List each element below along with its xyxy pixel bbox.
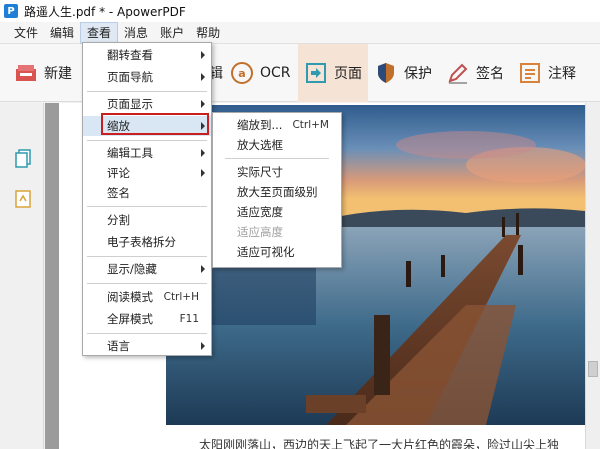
zoom-fit-width-item[interactable]: 适应宽度: [213, 202, 341, 222]
menu-separator: [87, 256, 207, 257]
view-show-hide-item[interactable]: 显示/隐藏: [83, 259, 211, 279]
page-icon: [304, 61, 328, 85]
menu-file[interactable]: 文件: [8, 22, 44, 44]
apowerpdf-logo-icon: P: [4, 4, 18, 18]
pages-panel-icon[interactable]: [14, 149, 32, 169]
view-table-split-item[interactable]: 电子表格拆分: [83, 232, 211, 252]
view-page-display-item[interactable]: 页面显示: [83, 94, 211, 114]
shortcut-label: F11: [179, 313, 199, 325]
comment-label: 注释: [548, 66, 576, 82]
menu-message[interactable]: 消息: [118, 22, 154, 44]
view-language-item[interactable]: 语言: [83, 336, 211, 356]
page-button[interactable]: 页面: [298, 44, 368, 102]
view-read-mode-item[interactable]: 阅读模式 Ctrl+H: [83, 287, 211, 307]
view-comment-item[interactable]: 评论: [83, 163, 211, 183]
view-menu: 翻转查看 页面导航 页面显示 缩放 编辑工具 评论 签名 分割 电子表格拆分 显…: [82, 42, 212, 356]
menu-separator: [87, 140, 207, 141]
title-bar: P 路遥人生.pdf * - ApowerPDF: [0, 0, 600, 22]
document-paragraph: 太阳刚刚落山，西边的天上飞起了一大片红色的霞朵，险过山尖上独: [199, 438, 560, 449]
zoom-submenu: 缩放到... Ctrl+M 放大选框 实际尺寸 放大至页面级别 适应宽度 适应高度…: [212, 112, 342, 268]
inbox-icon: [14, 61, 38, 85]
zoom-fit-height-item: 适应高度: [237, 225, 283, 239]
menu-separator: [87, 91, 207, 92]
shortcut-label: Ctrl+M: [292, 119, 329, 131]
view-split-item[interactable]: 分割: [83, 210, 211, 230]
menu-view[interactable]: 查看: [80, 21, 119, 44]
view-page-nav-item[interactable]: 页面导航: [83, 67, 211, 87]
protect-button[interactable]: 保护: [374, 44, 432, 102]
menu-help[interactable]: 帮助: [190, 22, 226, 44]
submenu-arrow-icon: [201, 100, 205, 108]
shortcut-label: Ctrl+H: [163, 291, 199, 303]
menu-bar: 文件 编辑 查看 消息 账户 帮助: [0, 21, 600, 44]
zoom-highlight-box: [101, 113, 209, 135]
menu-separator: [87, 283, 207, 284]
submenu-arrow-icon: [201, 149, 205, 157]
shield-icon: [374, 61, 398, 85]
zoom-fit-visible-item[interactable]: 适应可视化: [213, 242, 341, 262]
page-label: 页面: [334, 66, 362, 82]
view-edit-tools-item[interactable]: 编辑工具: [83, 143, 211, 163]
submenu-arrow-icon: [201, 169, 205, 177]
view-fullscreen-item[interactable]: 全屏模式 F11: [83, 309, 211, 329]
menu-edit[interactable]: 编辑: [44, 22, 80, 44]
zoom-page-level-item[interactable]: 放大至页面级别: [213, 182, 341, 202]
view-signature-item[interactable]: 签名: [83, 183, 211, 203]
note-icon: [518, 61, 542, 85]
view-flip-item[interactable]: 翻转查看: [83, 45, 211, 65]
sign-label: 签名: [476, 66, 504, 82]
submenu-arrow-icon: [201, 51, 205, 59]
vertical-scrollbar[interactable]: [585, 103, 600, 449]
window-title: 路遥人生.pdf * - ApowerPDF: [24, 4, 186, 19]
zoom-box-item[interactable]: 放大选框: [213, 135, 341, 155]
ocr-button[interactable]: a OCR: [230, 44, 291, 102]
menu-separator: [87, 333, 207, 334]
menu-separator: [225, 158, 329, 159]
ocr-label: OCR: [260, 65, 291, 81]
menu-account[interactable]: 账户: [154, 22, 190, 44]
zoom-to-item[interactable]: 缩放到... Ctrl+M: [213, 115, 341, 135]
left-sidebar: [0, 103, 44, 449]
new-button[interactable]: 新建: [14, 44, 72, 102]
sign-button[interactable]: 签名: [446, 44, 504, 102]
protect-label: 保护: [404, 66, 432, 82]
zoom-actual-size-item[interactable]: 实际尺寸: [213, 162, 341, 182]
submenu-arrow-icon: [201, 73, 205, 81]
ocr-icon: a: [230, 61, 254, 85]
scrollbar-thumb[interactable]: [588, 361, 598, 377]
submenu-arrow-icon: [201, 342, 205, 350]
pen-icon: [446, 61, 470, 85]
attachment-panel-icon[interactable]: [14, 189, 32, 209]
new-label: 新建: [44, 66, 72, 82]
menu-separator: [87, 206, 207, 207]
comment-button[interactable]: 注释: [518, 44, 576, 102]
svg-text:a: a: [238, 67, 245, 80]
submenu-arrow-icon: [201, 265, 205, 273]
